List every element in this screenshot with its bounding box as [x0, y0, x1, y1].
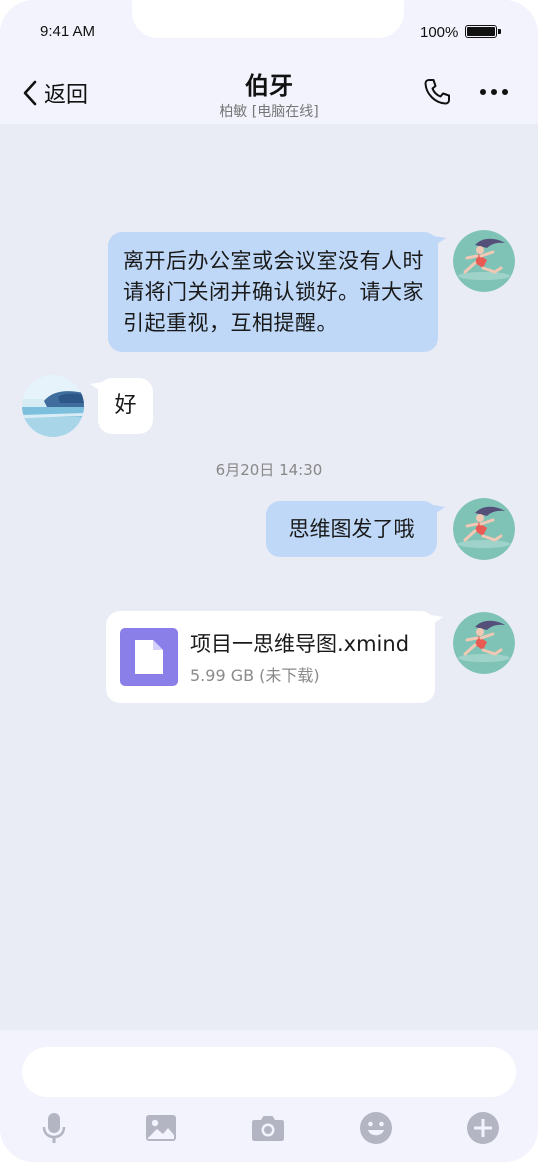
bubble-tail	[433, 505, 445, 515]
chat-title: 伯牙	[245, 72, 293, 100]
timestamp: 6月20日 14:30	[215, 461, 323, 479]
bubble-tail	[434, 236, 446, 246]
chat-subtitle: 柏敏 [电脑在线]	[219, 104, 319, 120]
image-icon	[146, 1115, 176, 1141]
more-icon	[480, 89, 508, 95]
self-avatar[interactable]	[453, 612, 515, 674]
contact-avatar[interactable]	[22, 375, 84, 437]
message-bubble[interactable]: 思维图发了哦	[266, 501, 445, 557]
message-bubble[interactable]: 离开后办公室或会议室没有人时请将门关闭并确认锁好。请大家引起重视，互相提醒。	[108, 232, 446, 352]
message-text: 离开后办公室或会议室没有人时请将门关闭并确认锁好。请大家引起重视，互相提醒。	[123, 249, 424, 335]
voice-button[interactable]	[36, 1110, 72, 1146]
chat-screen: 9:41 AM 100% 返回 伯牙 柏敏 [电脑在线] 离开后办公室或会议室没…	[0, 0, 538, 1162]
notch	[132, 0, 404, 38]
emoji-icon	[360, 1112, 392, 1144]
microphone-icon	[42, 1113, 66, 1143]
phone-icon	[424, 79, 450, 105]
dancer-avatar-icon	[453, 230, 515, 292]
document-icon	[135, 640, 163, 674]
header-bar: 9:41 AM 100% 返回 伯牙 柏敏 [电脑在线]	[0, 0, 538, 124]
composer-bar	[0, 1030, 538, 1162]
battery-icon	[465, 25, 501, 38]
file-name: 项目一思维导图.xmind	[190, 632, 410, 656]
bubble-tail	[431, 615, 443, 625]
message-input[interactable]	[22, 1047, 516, 1097]
message-text: 思维图发了哦	[288, 517, 415, 541]
file-type-icon	[120, 628, 178, 686]
self-avatar[interactable]	[453, 498, 515, 560]
message-bubble[interactable]: 好	[90, 378, 153, 434]
emoji-button[interactable]	[358, 1110, 394, 1146]
self-avatar[interactable]	[453, 230, 515, 292]
camera-button[interactable]	[250, 1110, 286, 1146]
more-button[interactable]	[478, 82, 510, 102]
file-message[interactable]: 项目一思维导图.xmind 5.99 GB (未下载)	[106, 611, 443, 703]
image-button[interactable]	[143, 1110, 179, 1146]
camera-icon	[252, 1116, 284, 1141]
seascape-avatar-icon	[22, 375, 84, 437]
message-text: 好	[114, 393, 137, 418]
file-size: 5.99 GB (未下载)	[190, 666, 320, 685]
dancer-avatar-icon	[453, 612, 515, 674]
dancer-avatar-icon	[453, 498, 515, 560]
call-button[interactable]	[421, 76, 453, 108]
bubble-tail	[90, 382, 102, 392]
status-time: 9:41 AM	[40, 23, 96, 40]
battery-percent: 100%	[420, 24, 459, 41]
plus-icon	[467, 1112, 499, 1144]
plus-button[interactable]	[465, 1110, 501, 1146]
